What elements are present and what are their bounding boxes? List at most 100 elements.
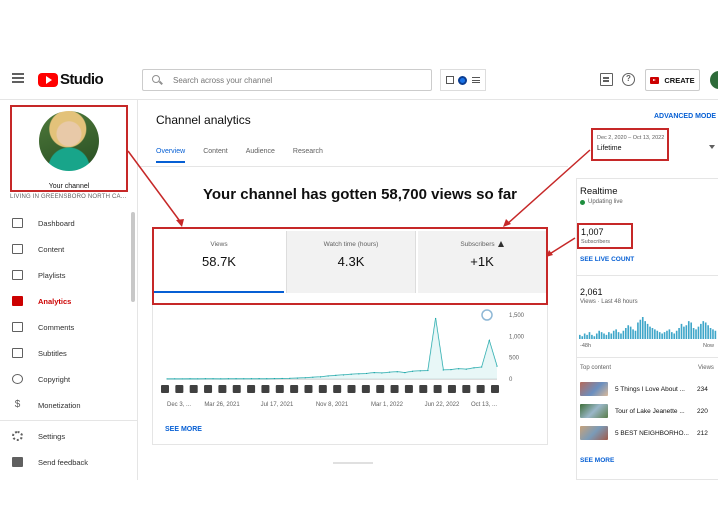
settings-icon: [12, 431, 23, 441]
sidebar-item-analytics[interactable]: Analytics: [0, 288, 138, 314]
date-range-text: Dec 2, 2020 – Oct 13, 2022: [597, 135, 665, 141]
mini-bar: [625, 328, 627, 339]
sidebar-item-settings[interactable]: Settings: [0, 423, 138, 449]
data-point: [404, 372, 406, 374]
help-icon[interactable]: ?: [622, 73, 635, 86]
play-icon: [447, 385, 456, 393]
sidebar-item-comments[interactable]: Comments: [0, 314, 138, 340]
sidebar-item-subtitles[interactable]: Subtitles: [0, 340, 138, 366]
metric-value: 4.3K: [337, 254, 365, 269]
data-point: [342, 374, 345, 376]
short-icon: [232, 385, 241, 393]
data-point: [335, 374, 337, 376]
mini-bar: [617, 332, 620, 340]
extension-circle-icon[interactable]: [458, 75, 468, 85]
sidebar-item-send-feedback[interactable]: Send feedback: [0, 449, 138, 475]
top-content-views-label: Views: [698, 365, 714, 371]
short-icon: [261, 385, 270, 393]
play-icon: [290, 385, 299, 393]
realtime-divider: [577, 357, 718, 358]
data-point: [319, 376, 322, 378]
metric-subscribers[interactable]: Subscribers +1K: [418, 231, 546, 293]
mini-bar: [612, 330, 615, 339]
search-box[interactable]: [142, 69, 432, 91]
mini-chart-start-label: -48h: [580, 343, 592, 349]
search-input[interactable]: [173, 73, 423, 87]
advanced-mode-link[interactable]: ADVANCED MODE: [654, 113, 716, 120]
account-avatar[interactable]: [710, 71, 718, 89]
mini-bar: [627, 325, 630, 339]
warning-icon: [497, 241, 504, 247]
top-content-row[interactable]: 5 Things I Love About ... 234: [580, 381, 718, 397]
mini-bar: [629, 326, 632, 340]
mini-bar: [600, 332, 603, 340]
data-point: [220, 378, 222, 380]
sidebar-item-label: Dashboard: [38, 218, 75, 228]
sidebar-item-copyright[interactable]: Copyright: [0, 366, 138, 392]
tab-content[interactable]: Content: [203, 148, 228, 163]
video-thumbnail: [580, 382, 608, 396]
play-icon: [491, 385, 499, 393]
subtitles-icon: [12, 348, 23, 358]
data-point: [243, 378, 245, 380]
data-point: [442, 369, 444, 371]
sidebar-scrollbar[interactable]: [131, 212, 135, 302]
data-point: [174, 378, 176, 380]
data-point: [358, 373, 360, 375]
realtime-subscribers-label: Subscribers: [581, 239, 611, 245]
sidebar-item-monetization[interactable]: $ Monetization: [0, 392, 138, 418]
tab-audience[interactable]: Audience: [246, 148, 275, 163]
extension-menu-icon[interactable]: [471, 77, 480, 83]
mini-bar: [692, 328, 695, 339]
analytics-icon: [12, 296, 23, 306]
date-range-picker[interactable]: Dec 2, 2020 – Oct 13, 2022 Lifetime: [591, 128, 669, 161]
channel-avatar[interactable]: [39, 111, 99, 171]
mini-bar: [583, 333, 586, 339]
tab-research[interactable]: Research: [293, 148, 323, 163]
main-content: Channel analytics ADVANCED MODE Overview…: [138, 100, 718, 480]
top-content-row[interactable]: Tour of Lake Jeanette ... 220: [580, 403, 718, 419]
mini-bar: [603, 333, 605, 339]
data-point: [488, 340, 490, 342]
video-thumbnail: [580, 426, 608, 440]
play-icon: [204, 385, 213, 393]
sidebar-item-dashboard[interactable]: Dashboard: [0, 210, 138, 236]
see-more-link[interactable]: SEE MORE: [165, 426, 202, 433]
dashboard-icon: [12, 218, 23, 228]
date-selection: Lifetime: [597, 145, 622, 152]
short-icon: [390, 385, 399, 393]
views-48h-value: 2,061: [580, 287, 603, 297]
mini-bar: [632, 329, 634, 340]
sidebar-item-content[interactable]: Content: [0, 236, 138, 262]
extension-square-icon[interactable]: [446, 76, 455, 84]
metric-views[interactable]: Views 58.7K: [154, 231, 284, 293]
short-icon: [218, 385, 227, 393]
sidebar-item-label: Playlists: [38, 270, 66, 280]
create-button[interactable]: CREATE: [645, 69, 700, 91]
sidebar-item-label: Copyright: [38, 374, 71, 384]
data-point: [381, 372, 383, 374]
video-title: 5 BEST NEIGHBORHO...: [615, 429, 689, 437]
views-48h-label: Views · Last 48 hours: [580, 299, 638, 305]
content-icon: [12, 244, 23, 254]
mini-bar: [581, 336, 584, 339]
metric-label: Views: [210, 241, 228, 248]
metric-watch-time[interactable]: Watch time (hours) 4.3K: [286, 231, 416, 293]
studio-logo[interactable]: Studio: [38, 71, 104, 88]
mini-bar: [622, 330, 625, 339]
messages-icon[interactable]: [600, 73, 613, 86]
data-point: [258, 378, 260, 380]
data-point: [212, 378, 214, 380]
mini-bar: [595, 333, 598, 339]
tab-overview[interactable]: Overview: [156, 148, 186, 163]
chevron-down-icon[interactable]: [709, 145, 715, 149]
top-content-row[interactable]: 5 BEST NEIGHBORHO... 212: [580, 425, 718, 441]
live-text: Updating live: [588, 199, 623, 205]
data-point: [189, 378, 191, 380]
extension-icons[interactable]: [440, 69, 486, 91]
see-live-count-link[interactable]: SEE LIVE COUNT: [580, 256, 634, 263]
menu-icon[interactable]: [12, 73, 24, 83]
metrics-highlight-box: Views 58.7K Watch time (hours) 4.3K Subs…: [152, 227, 548, 305]
realtime-see-more-link[interactable]: SEE MORE: [580, 457, 614, 464]
sidebar-item-playlists[interactable]: Playlists: [0, 262, 138, 288]
